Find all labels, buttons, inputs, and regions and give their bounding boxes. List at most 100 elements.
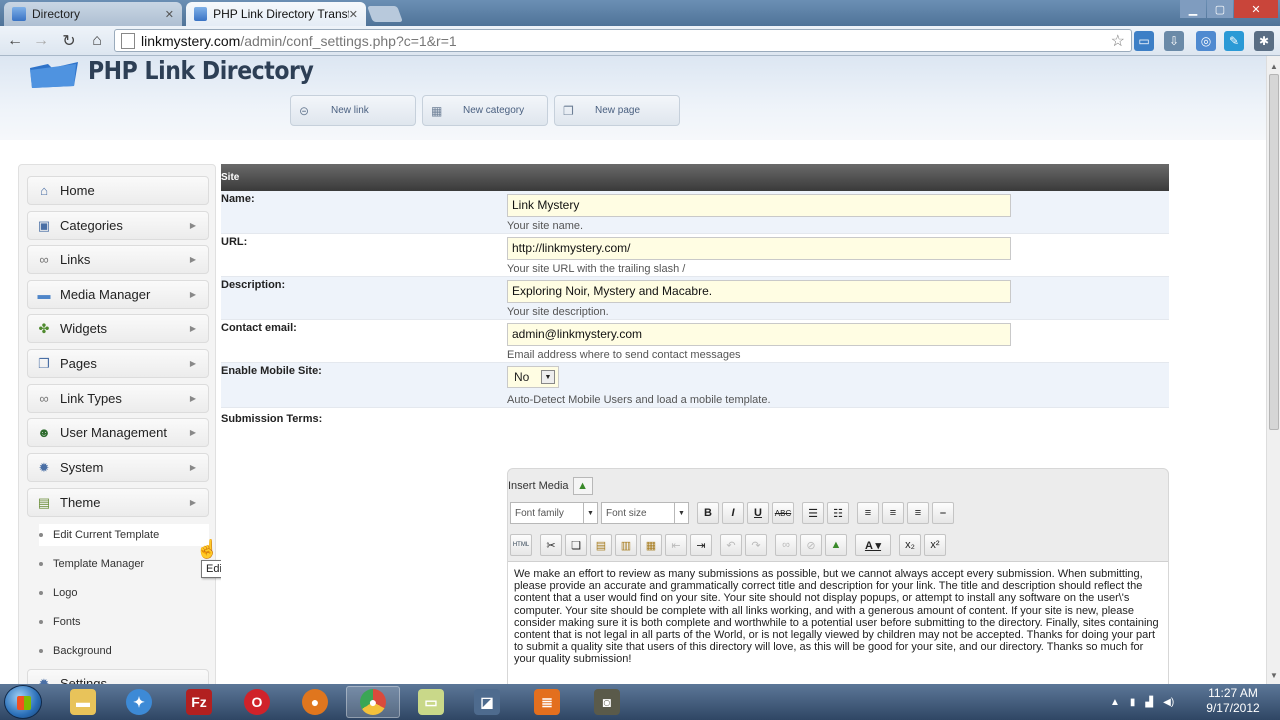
submission-terms-editor[interactable]: We make an effort to review as many subm…	[508, 561, 1168, 684]
sidebar-item-settings[interactable]: ✹ Settings	[27, 669, 209, 684]
bold-button[interactable]: B	[697, 502, 719, 524]
extension-badge-icon[interactable]: ◎	[1196, 31, 1216, 51]
extension-monitor-icon[interactable]: ▭	[1134, 31, 1154, 51]
undo-icon[interactable]: ↶	[720, 534, 742, 556]
chevron-right-icon: ▶	[189, 255, 196, 264]
align-center-icon[interactable]: ≡	[882, 502, 904, 524]
close-tab-icon[interactable]: ✕	[165, 8, 174, 21]
taskbar-chrome[interactable]: ●	[346, 686, 400, 718]
underline-button[interactable]: U	[747, 502, 769, 524]
sidebar-item-pages[interactable]: ❐ Pages ▶	[27, 349, 209, 378]
font-family-label: Font family	[515, 507, 564, 519]
editor-toolbar-row-2: HTML ✂ ❏ ▤ ▥ ▦ ⇤ ⇥ ↶ ↷ ∞ ⊘ ▲ A ▾ x₂ x²	[510, 534, 946, 556]
page-icon: ❐	[563, 103, 574, 118]
new-category-button[interactable]: ▦ New category	[422, 95, 548, 126]
scrollbar-thumb[interactable]	[1269, 74, 1279, 430]
sidebar-subitem-template-manager[interactable]: Template Manager	[39, 553, 209, 575]
scroll-up-icon[interactable]: ▲	[1270, 62, 1278, 71]
image-icon[interactable]: ▲	[825, 534, 847, 556]
horizontal-rule-icon[interactable]: ⎯	[932, 502, 954, 524]
link-icon[interactable]: ∞	[775, 534, 797, 556]
clock-time: 11:27 AM	[1208, 686, 1258, 700]
system-clock[interactable]: 11:27 AM 9/17/2012	[1198, 686, 1268, 716]
forward-icon[interactable]: →	[30, 30, 52, 52]
align-left-icon[interactable]: ≡	[857, 502, 879, 524]
sidebar-item-system[interactable]: ✹ System ▶	[27, 453, 209, 482]
font-size-select[interactable]: Font size ▼	[601, 502, 689, 524]
sidebar-subitem-logo[interactable]: Logo	[39, 582, 209, 604]
sidebar-item-links[interactable]: ∞ Links ▶	[27, 245, 209, 274]
back-icon[interactable]: ←	[4, 30, 26, 52]
reload-icon[interactable]: ↻	[58, 30, 80, 52]
paste-icon[interactable]: ▤	[590, 534, 612, 556]
mobile-select[interactable]: No ▼	[507, 366, 559, 388]
maximize-button[interactable]: ▢	[1207, 0, 1233, 18]
text-color-icon[interactable]: A ▾	[855, 534, 891, 556]
taskbar-notes[interactable]: ▭	[404, 686, 458, 718]
strikethrough-button[interactable]: ABC	[772, 502, 794, 524]
sidebar-subitem-background[interactable]: Background	[39, 640, 209, 662]
page-scrollbar[interactable]: ▲ ▼	[1266, 56, 1280, 684]
tray-expand-icon[interactable]: ▲	[1110, 697, 1120, 708]
taskbar-explorer[interactable]: ▬	[56, 686, 110, 718]
bookmark-star-icon[interactable]: ☆	[1111, 31, 1125, 51]
sidebar-subitem-fonts[interactable]: Fonts	[39, 611, 209, 633]
tab-directory[interactable]: Directory ✕	[4, 2, 182, 26]
new-page-button[interactable]: ❐ New page	[554, 95, 680, 126]
tab-php-link-directory[interactable]: PHP Link Directory Transfo ✕	[186, 2, 366, 26]
home-icon[interactable]: ⌂	[86, 30, 108, 52]
wrench-menu-icon[interactable]: ✱	[1254, 31, 1274, 51]
outdent-icon[interactable]: ⇤	[665, 534, 687, 556]
extension-tool-icon[interactable]: ✎	[1224, 31, 1244, 51]
bullet-list-icon[interactable]: ☰	[802, 502, 824, 524]
align-right-icon[interactable]: ≡	[907, 502, 929, 524]
subscript-icon[interactable]: x₂	[899, 534, 921, 556]
sidebar-item-widgets[interactable]: ✤ Widgets ▶	[27, 314, 209, 343]
taskbar-stack-app[interactable]: ≣	[520, 686, 574, 718]
new-tab-button[interactable]	[367, 6, 403, 22]
name-input[interactable]: Link Mystery	[507, 194, 1011, 217]
insert-media-button[interactable]: ▲	[572, 477, 593, 495]
taskbar-monitor-app[interactable]: ◪	[460, 686, 514, 718]
sidebar-item-categories[interactable]: ▣ Categories ▶	[27, 211, 209, 240]
sidebar-item-home[interactable]: ⌂ Home	[27, 176, 209, 205]
redo-icon[interactable]: ↷	[745, 534, 767, 556]
signal-icon[interactable]: ▟	[1145, 697, 1153, 708]
taskbar-camera-app[interactable]: ◙	[580, 686, 634, 718]
taskbar-firefox[interactable]: ●	[288, 686, 342, 718]
taskbar-opera[interactable]: O	[230, 686, 284, 718]
numbered-list-icon[interactable]: ☷	[827, 502, 849, 524]
paste-text-icon[interactable]: ▥	[615, 534, 637, 556]
close-window-button[interactable]: ✕	[1234, 0, 1278, 18]
battery-icon[interactable]: ▮	[1130, 697, 1136, 708]
sidebar-item-theme[interactable]: ▤ Theme ▶	[27, 488, 209, 517]
italic-button[interactable]: I	[722, 502, 744, 524]
close-tab-icon[interactable]: ✕	[349, 8, 358, 21]
sidebar-subitem-edit-current-template[interactable]: Edit Current Template	[39, 524, 209, 546]
copy-icon[interactable]: ❏	[565, 534, 587, 556]
cut-icon[interactable]: ✂	[540, 534, 562, 556]
new-link-button[interactable]: ⊝ New link	[290, 95, 416, 126]
sidebar-item-user-management[interactable]: ☻ User Management ▶	[27, 418, 209, 447]
rich-text-editor: Insert Media ▲ Font family ▼ Font size ▼…	[507, 468, 1169, 684]
volume-icon[interactable]: ◀)	[1163, 697, 1174, 708]
scroll-down-icon[interactable]: ▼	[1270, 671, 1278, 680]
description-input[interactable]: Exploring Noir, Mystery and Macabre.	[507, 280, 1011, 303]
paste-word-icon[interactable]: ▦	[640, 534, 662, 556]
start-button[interactable]	[4, 685, 42, 719]
extension-download-icon[interactable]: ⇩	[1164, 31, 1184, 51]
address-bar[interactable]: linkmystery.com /admin/conf_settings.php…	[114, 29, 1132, 52]
superscript-icon[interactable]: x²	[924, 534, 946, 556]
opera-icon: O	[244, 689, 270, 715]
sidebar-item-media-manager[interactable]: ▬ Media Manager ▶	[27, 280, 209, 309]
contact-email-input[interactable]: admin@linkmystery.com	[507, 323, 1011, 346]
minimize-button[interactable]: ▁	[1180, 0, 1206, 18]
taskbar-filezilla[interactable]: Fz	[172, 686, 226, 718]
indent-icon[interactable]: ⇥	[690, 534, 712, 556]
font-family-select[interactable]: Font family ▼	[510, 502, 598, 524]
url-input[interactable]: http://linkmystery.com/	[507, 237, 1011, 260]
unlink-icon[interactable]: ⊘	[800, 534, 822, 556]
taskbar-safari[interactable]: ✦	[112, 686, 166, 718]
html-source-icon[interactable]: HTML	[510, 534, 532, 556]
sidebar-item-link-types[interactable]: ∞ Link Types ▶	[27, 384, 209, 413]
